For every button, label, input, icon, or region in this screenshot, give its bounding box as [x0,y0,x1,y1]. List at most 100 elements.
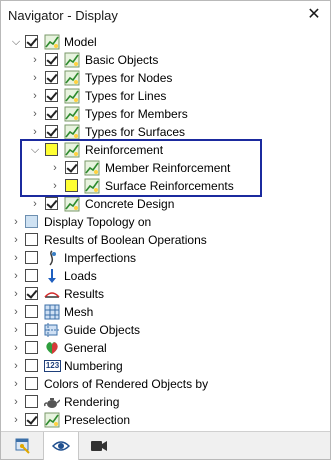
types-surfaces-label: Types for Surfaces [85,125,186,139]
loads-checkbox[interactable] [25,269,38,282]
guide-objects-checkbox[interactable] [25,323,38,336]
model-icon [64,124,80,140]
concrete-design-label: Concrete Design [85,197,175,211]
display-topology-checkbox[interactable] [25,215,38,228]
tree-item-rendering[interactable]: › Rendering [1,393,330,411]
basic-objects-checkbox[interactable] [45,53,58,66]
tree-item-basic-objects[interactable]: › Basic Objects [1,51,330,69]
chevron-right-icon[interactable]: › [11,234,21,246]
imperfections-label: Imperfections [64,251,137,265]
tree-item-types-lines[interactable]: › Types for Lines [1,87,330,105]
chevron-right-icon[interactable]: › [11,396,21,408]
display-topology-label: Display Topology on [44,215,152,229]
imperfections-icon [49,250,56,266]
eye-icon [52,441,70,451]
model-label: Model [64,35,97,49]
chevron-right-icon[interactable]: › [30,90,40,102]
colors-rendered-checkbox[interactable] [25,377,38,390]
tree-item-model[interactable]: ⌵ Model [1,33,330,51]
tree-item-boolean-results[interactable]: › Results of Boolean Operations [1,231,330,249]
rendering-label: Rendering [64,395,120,409]
tree-item-numbering[interactable]: › 123 Numbering [1,357,330,375]
types-nodes-checkbox[interactable] [45,71,58,84]
general-checkbox[interactable] [25,341,38,354]
teapot-icon [44,398,60,408]
numbering-checkbox[interactable] [25,359,38,372]
boolean-results-label: Results of Boolean Operations [44,233,207,247]
types-nodes-label: Types for Nodes [85,71,173,85]
data-navigator-icon [15,438,30,454]
results-checkbox[interactable] [25,287,38,300]
navigator-display-panel: Navigator - Display ✕ ⌵ Model › Basic Ob… [0,0,331,460]
concrete-design-checkbox[interactable] [45,197,58,210]
chevron-right-icon[interactable]: › [11,378,21,390]
general-label: General [64,341,107,355]
chevron-right-icon[interactable]: › [11,216,21,228]
chevron-right-icon[interactable]: › [30,126,40,138]
numbering-icon: 123 [44,360,61,372]
chevron-right-icon[interactable]: › [30,54,40,66]
mesh-checkbox[interactable] [25,305,38,318]
chevron-down-icon[interactable]: ⌵ [11,36,21,48]
tree-item-general[interactable]: › General [1,339,330,357]
numbering-label: Numbering [64,359,123,373]
types-surfaces-checkbox[interactable] [45,125,58,138]
colors-rendered-label: Colors of Rendered Objects by [44,377,209,391]
model-icon [64,106,80,122]
chevron-right-icon[interactable]: › [11,288,21,300]
tree-item-loads[interactable]: › Loads [1,267,330,285]
model-icon [44,412,60,428]
chevron-right-icon[interactable]: › [11,342,21,354]
boolean-results-checkbox[interactable] [25,233,38,246]
chevron-right-icon[interactable]: › [11,306,21,318]
title-bar: Navigator - Display ✕ [1,1,330,29]
chevron-right-icon[interactable]: › [30,198,40,210]
chevron-right-icon[interactable]: › [11,270,21,282]
reinforcement-highlight-box [20,139,262,197]
types-members-label: Types for Members [85,107,188,121]
types-lines-checkbox[interactable] [45,89,58,102]
tree-item-colors-rendered[interactable]: › Colors of Rendered Objects by [1,375,330,393]
tree-item-results[interactable]: › Results [1,285,330,303]
model-checkbox[interactable] [25,35,38,48]
tab-display[interactable] [43,432,79,460]
chevron-right-icon[interactable]: › [11,414,21,426]
window-title: Navigator - Display [8,8,118,23]
tree-item-guide-objects[interactable]: › Guide Objects [1,321,330,339]
model-icon [64,196,80,212]
chevron-right-icon[interactable]: › [30,72,40,84]
mesh-icon [44,304,60,320]
tree-item-mesh[interactable]: › Mesh [1,303,330,321]
results-label: Results [64,287,105,301]
model-icon [64,88,80,104]
results-icon [44,292,60,298]
tree-item-display-topology[interactable]: › Display Topology on [1,213,330,231]
model-icon [64,52,80,68]
tree-item-types-members[interactable]: › Types for Members [1,105,330,123]
model-icon [64,70,80,86]
tree-item-imperfections[interactable]: › Imperfections [1,249,330,267]
chevron-right-icon[interactable]: › [30,108,40,120]
chevron-right-icon[interactable]: › [11,360,21,372]
tree-item-types-nodes[interactable]: › Types for Nodes [1,69,330,87]
display-tree: ⌵ Model › Basic Objects › Types for Node… [1,31,330,429]
basic-objects-label: Basic Objects [85,53,159,67]
tree-item-concrete-design[interactable]: › Concrete Design [1,195,330,213]
preselection-checkbox[interactable] [25,413,38,426]
model-icon [44,34,60,50]
tree-item-preselection[interactable]: › Preselection [1,411,330,429]
load-arrow-icon [48,269,56,283]
tab-views[interactable] [81,432,117,460]
navigator-tab-bar [1,431,330,460]
close-icon[interactable]: ✕ [306,7,322,23]
chevron-right-icon[interactable]: › [11,252,21,264]
loads-label: Loads [64,269,97,283]
imperfections-checkbox[interactable] [25,251,38,264]
guide-objects-label: Guide Objects [64,323,141,337]
guide-objects-icon [44,323,59,337]
rendering-checkbox[interactable] [25,395,38,408]
preselection-label: Preselection [64,413,131,427]
chevron-right-icon[interactable]: › [11,324,21,336]
tab-data[interactable] [5,432,41,460]
types-members-checkbox[interactable] [45,107,58,120]
